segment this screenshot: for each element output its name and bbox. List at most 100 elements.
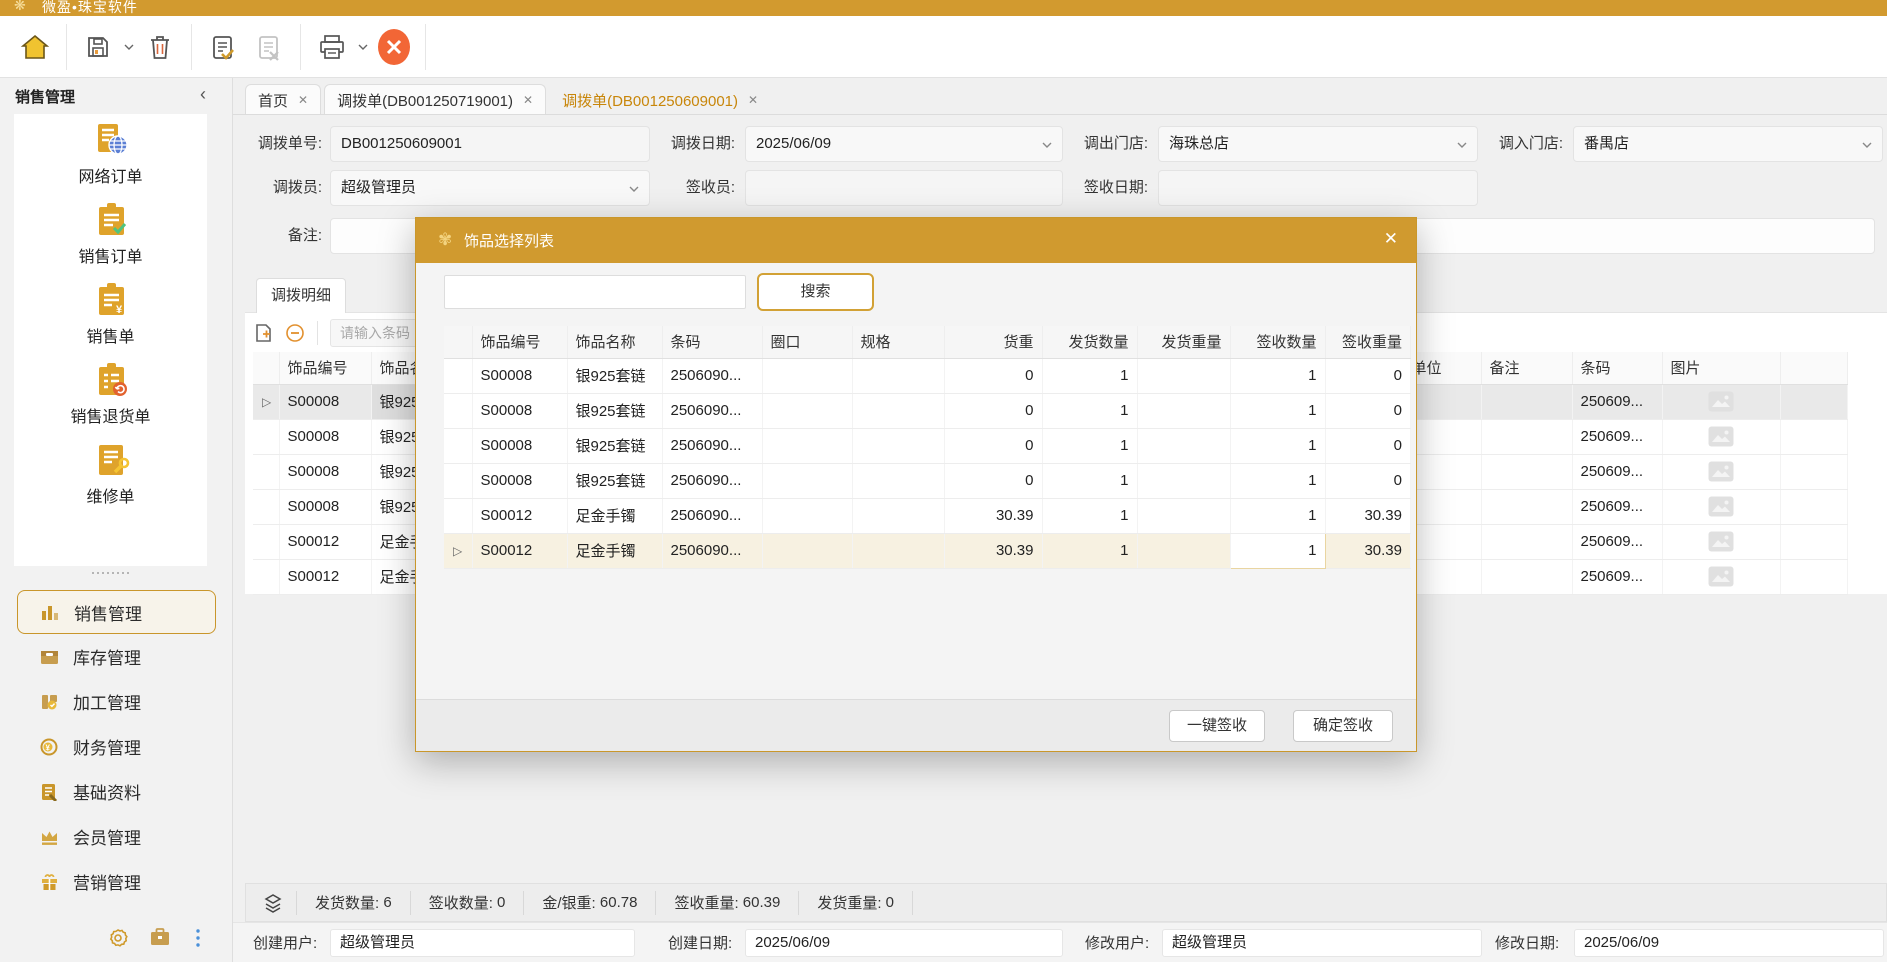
tab-transfer-detail[interactable]: 调拨明细: [256, 278, 346, 313]
created-by-label: 创建用户:: [253, 932, 317, 953]
column-header[interactable]: 发货重量: [1137, 326, 1230, 358]
chevron-down-icon: [1862, 142, 1872, 148]
table-cell: [253, 419, 279, 454]
table-cell: S00008: [279, 489, 371, 524]
home-button[interactable]: [12, 24, 58, 70]
transfer-date-select[interactable]: 2025/06/09: [745, 126, 1063, 162]
save-button[interactable]: [75, 24, 121, 70]
sidebar-splitter-handle[interactable]: [14, 572, 207, 574]
sidebar-item-repair[interactable]: 维修单: [14, 434, 207, 514]
table-cell: 1: [1230, 393, 1325, 428]
transfer-person-select[interactable]: 超级管理员: [330, 170, 650, 206]
table-row[interactable]: ▷S00012足金手镯2506090...30.391130.39: [444, 533, 1411, 568]
column-header[interactable]: [444, 326, 472, 358]
column-header[interactable]: 货重: [944, 326, 1042, 358]
delete-button[interactable]: [137, 24, 183, 70]
table-cell: 250609...: [1572, 489, 1662, 524]
module-label: 加工管理: [73, 689, 141, 714]
created-date-value: 2025/06/09: [745, 929, 1063, 957]
column-header[interactable]: 条码: [662, 326, 762, 358]
column-header[interactable]: 签收重量: [1325, 326, 1411, 358]
column-header[interactable]: 规格: [852, 326, 944, 358]
module-members[interactable]: 会员管理: [0, 814, 232, 859]
image-placeholder-icon: [1662, 559, 1780, 594]
column-header[interactable]: [253, 352, 279, 384]
in-store-label: 调入门店:: [1453, 126, 1563, 162]
table-row[interactable]: S00008银925套链2506090...0110: [444, 463, 1411, 498]
receive-date-field[interactable]: [1158, 170, 1478, 206]
delete-icon: [148, 34, 172, 60]
add-row-icon[interactable]: [253, 322, 273, 344]
table-cell: 1: [1042, 498, 1137, 533]
table-cell: S00008: [472, 358, 567, 393]
table-cell: [852, 393, 944, 428]
dialog-search-input[interactable]: [444, 275, 746, 309]
item-select-dialog: ✾ 饰品选择列表 ✕ 搜索 饰品编号饰品名称条码圈口规格货重发货数量发货重量签收…: [415, 217, 1417, 752]
more-options-icon[interactable]: [195, 928, 201, 948]
audit-button[interactable]: [200, 24, 246, 70]
settings-gear-icon[interactable]: [108, 928, 128, 948]
clipboard-return-icon: [91, 361, 131, 399]
save-dropdown-chevron[interactable]: [121, 24, 137, 70]
table-cell: [852, 533, 944, 568]
out-store-select[interactable]: 海珠总店: [1158, 126, 1478, 162]
transfer-no-field[interactable]: DB001250609001: [330, 126, 650, 162]
print-button[interactable]: [309, 24, 355, 70]
sidebar-item-sales[interactable]: ¥ 销售单: [14, 274, 207, 354]
column-header[interactable]: 条码: [1572, 352, 1662, 384]
tab-close-icon[interactable]: ✕: [298, 93, 308, 107]
batch-sign-button[interactable]: 一键签收: [1169, 710, 1265, 742]
table-cell: [852, 358, 944, 393]
remove-row-icon[interactable]: [285, 323, 305, 343]
column-header[interactable]: 饰品编号: [472, 326, 567, 358]
dialog-close-icon[interactable]: ✕: [1384, 229, 1398, 249]
column-header[interactable]: 图片: [1662, 352, 1780, 384]
search-button[interactable]: 搜索: [757, 273, 874, 311]
doc-wrench-icon: [91, 441, 131, 479]
close-doc-button[interactable]: [371, 24, 417, 70]
in-store-select[interactable]: 番禺店: [1573, 126, 1883, 162]
sidebar-item-sales-return[interactable]: 销售退货单: [14, 354, 207, 434]
tab-close-icon[interactable]: ✕: [748, 93, 758, 107]
table-row[interactable]: S00008银925套链2506090...0110: [444, 393, 1411, 428]
editable-cell[interactable]: 1: [1230, 533, 1325, 568]
sidebar-item-network-order[interactable]: 网络订单: [14, 114, 207, 194]
gift-icon: [40, 873, 59, 891]
module-base-data[interactable]: 基础资料: [0, 769, 232, 814]
column-header[interactable]: 饰品名称: [567, 326, 662, 358]
table-row[interactable]: S00008银925套链2506090...0110: [444, 358, 1411, 393]
home-icon: [20, 32, 50, 62]
confirm-sign-button[interactable]: 确定签收: [1293, 710, 1393, 742]
table-cell: [1137, 428, 1230, 463]
tab-transfer-609001[interactable]: 调拨单(DB001250609001) ✕: [549, 84, 771, 115]
table-cell: [253, 524, 279, 559]
table-cell: [1780, 524, 1848, 559]
column-header[interactable]: [1780, 352, 1848, 384]
module-inventory[interactable]: 库存管理: [0, 634, 232, 679]
print-dropdown-chevron[interactable]: [355, 24, 371, 70]
column-header[interactable]: 饰品编号: [279, 352, 371, 384]
column-header[interactable]: 备注: [1481, 352, 1572, 384]
sidebar-item-sales-order[interactable]: 销售订单: [14, 194, 207, 274]
total-signed-qty: 签收数量: 0: [411, 892, 524, 913]
box-icon: [40, 648, 59, 666]
column-header[interactable]: 发货数量: [1042, 326, 1137, 358]
column-header[interactable]: 签收数量: [1230, 326, 1325, 358]
module-label: 基础资料: [73, 779, 141, 804]
module-sales[interactable]: 销售管理: [17, 590, 216, 634]
tab-home[interactable]: 首页 ✕: [245, 84, 321, 115]
unaudit-button[interactable]: [246, 24, 292, 70]
table-cell: 0: [1325, 393, 1411, 428]
column-header[interactable]: 圈口: [762, 326, 852, 358]
receiver-field[interactable]: [745, 170, 1063, 206]
sidebar-collapse-icon[interactable]: ‹: [200, 84, 206, 105]
module-finance[interactable]: ¥ 财务管理: [0, 724, 232, 769]
tab-close-icon[interactable]: ✕: [523, 93, 533, 107]
layers-icon[interactable]: [264, 893, 282, 913]
module-processing[interactable]: 加工管理: [0, 679, 232, 724]
briefcase-icon[interactable]: [150, 928, 170, 946]
table-row[interactable]: S00008银925套链2506090...0110: [444, 428, 1411, 463]
module-marketing[interactable]: 营销管理: [0, 859, 232, 904]
table-row[interactable]: S00012足金手镯2506090...30.391130.39: [444, 498, 1411, 533]
tab-transfer-719001[interactable]: 调拨单(DB001250719001) ✕: [324, 84, 546, 115]
